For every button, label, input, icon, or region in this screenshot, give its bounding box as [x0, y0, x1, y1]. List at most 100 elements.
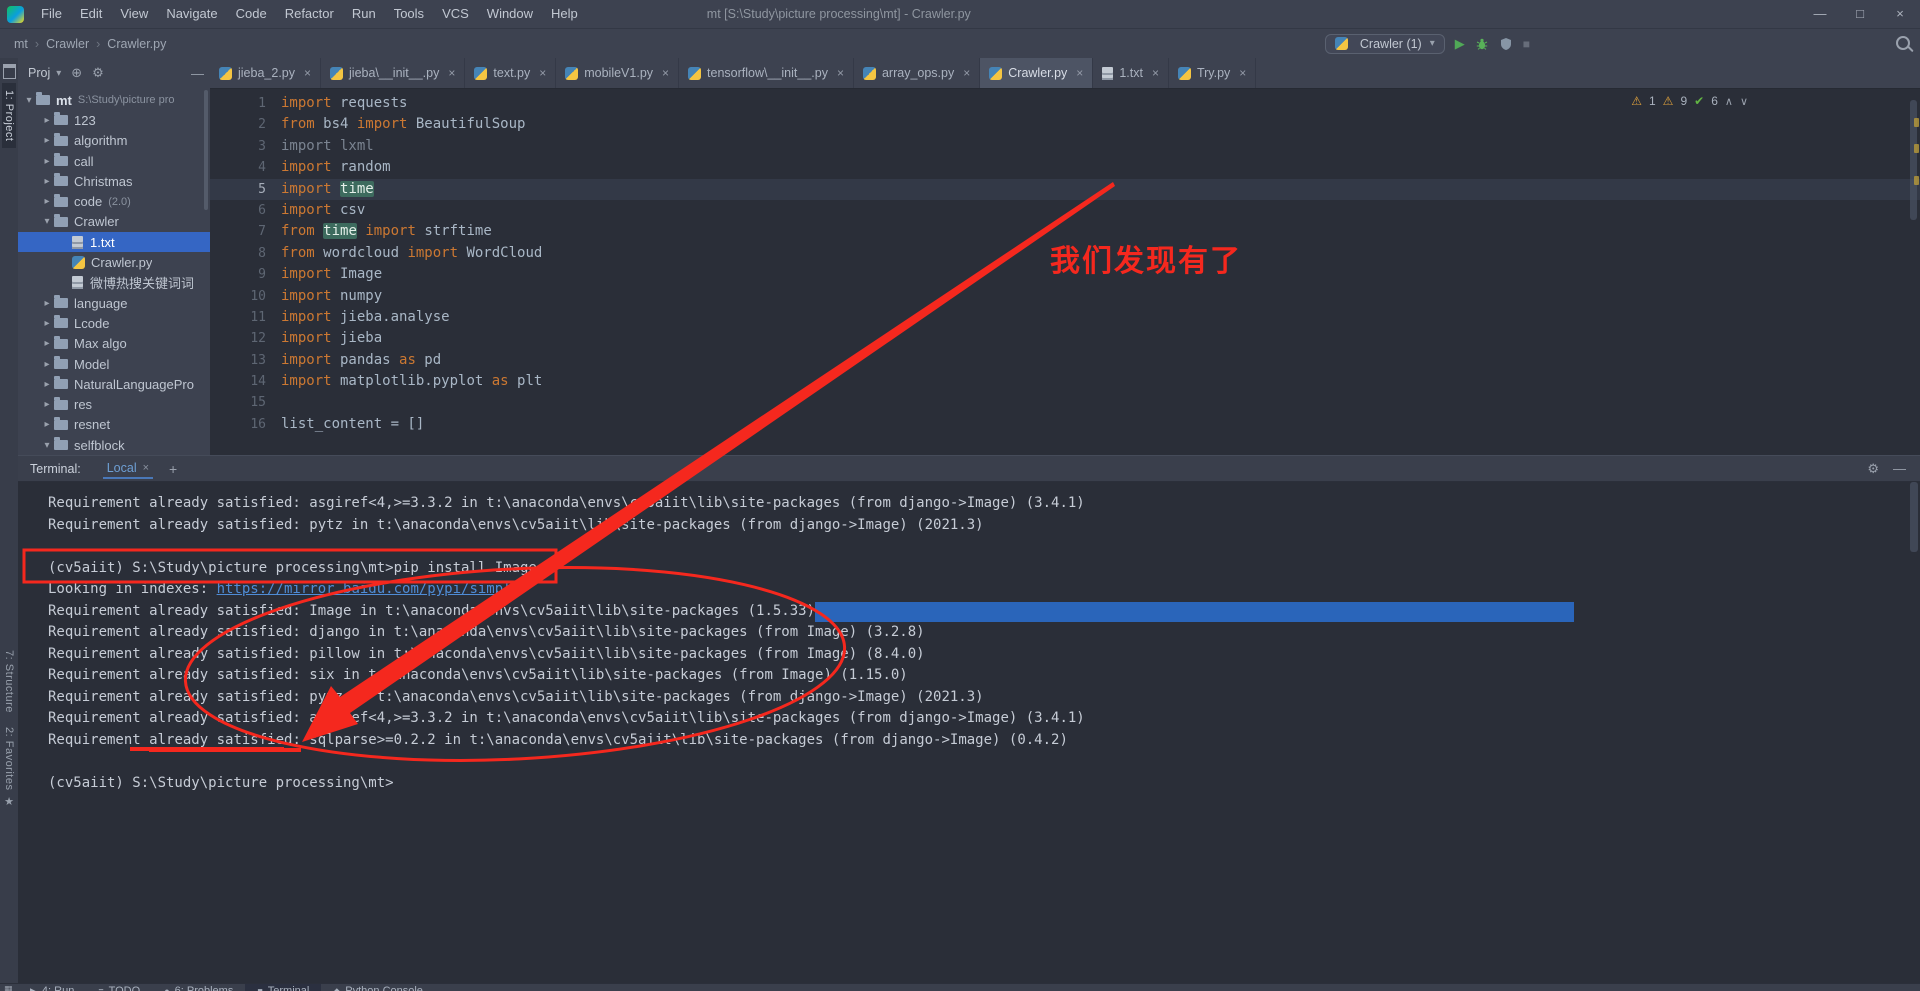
tree-item-lcode[interactable]: ▸ Lcode — [18, 313, 210, 333]
code-line-3[interactable]: 3 import lxml — [210, 136, 1920, 157]
menu-vcs[interactable]: VCS — [433, 0, 478, 28]
code-line-11[interactable]: 11 import jieba.analyse — [210, 307, 1920, 328]
search-everywhere-button[interactable] — [1896, 36, 1910, 55]
warning-icon[interactable]: ⚠ — [1663, 94, 1674, 108]
code-line-4[interactable]: 4 import random — [210, 157, 1920, 178]
ok-icon[interactable]: ✔ — [1694, 94, 1704, 108]
tree-item-language[interactable]: ▸ language — [18, 293, 210, 313]
breadcrumb-item-crawler[interactable]: Crawler — [44, 37, 91, 51]
menu-code[interactable]: Code — [227, 0, 276, 28]
tab-jieba-init-py[interactable]: jieba\__init__.py × — [321, 58, 466, 88]
chevron-right-icon[interactable]: ▸ — [40, 318, 54, 329]
tree-item-selfblock[interactable]: ▾ selfblock — [18, 435, 210, 455]
chevron-right-icon[interactable]: ▸ — [40, 419, 54, 430]
code-line-15[interactable]: 15 — [210, 392, 1920, 413]
close-icon[interactable]: × — [837, 66, 844, 80]
tab-jieba-2-py[interactable]: jieba_2.py × — [210, 58, 322, 88]
statusbar-todo[interactable]: ≡ TODO — [86, 984, 152, 991]
chevron-right-icon[interactable]: ▸ — [40, 399, 54, 410]
coverage-button[interactable] — [1499, 37, 1513, 51]
tree-item-model[interactable]: ▸ Model — [18, 354, 210, 374]
tree-item-max-algo[interactable]: ▸ Max algo — [18, 334, 210, 354]
gear-icon[interactable]: ⚙ — [1867, 461, 1879, 477]
tree-item-mt[interactable]: ▾ mt S:\Study\picture pro — [18, 90, 210, 110]
hide-panel-icon[interactable]: — — [191, 66, 204, 81]
warning-stripe-mark[interactable] — [1914, 118, 1919, 127]
tree-item-crawler[interactable]: ▾ Crawler — [18, 212, 210, 232]
run-config-selector[interactable]: Crawler (1) ▾ — [1324, 33, 1445, 54]
tree-item-微博热搜关键词词[interactable]: 微博热搜关键词词 — [18, 273, 210, 293]
code-line-6[interactable]: 6 import csv — [210, 200, 1920, 221]
tab-text-py[interactable]: text.py × — [465, 58, 557, 88]
menu-run[interactable]: Run — [343, 0, 385, 28]
chevron-right-icon[interactable]: ▸ — [40, 338, 54, 349]
chevron-right-icon[interactable]: ▸ — [40, 196, 54, 207]
menu-edit[interactable]: Edit — [71, 0, 111, 28]
maximize-icon[interactable]: □ — [1840, 0, 1880, 28]
code-line-13[interactable]: 13 import pandas as pd — [210, 350, 1920, 371]
code-line-5[interactable]: 5 import time — [210, 178, 1920, 200]
statusbar-terminal[interactable]: ■ Terminal — [245, 984, 322, 991]
tree-item-res[interactable]: ▸ res — [18, 394, 210, 414]
new-terminal-session-button[interactable]: + — [169, 461, 177, 477]
menu-help[interactable]: Help — [542, 0, 587, 28]
tree-item-call[interactable]: ▸ call — [18, 151, 210, 171]
code-line-10[interactable]: 10 import numpy — [210, 286, 1920, 307]
breadcrumb-item-mt[interactable]: mt — [12, 37, 30, 51]
code-line-8[interactable]: 8 from wordcloud import WordCloud — [210, 243, 1920, 264]
warning-stripe-mark[interactable] — [1914, 144, 1919, 153]
next-issue-button[interactable]: ∨ — [1740, 95, 1748, 108]
code-line-14[interactable]: 14 import matplotlib.pyplot as plt — [210, 371, 1920, 392]
close-icon[interactable]: × — [539, 66, 546, 80]
breadcrumb-item-crawler-py[interactable]: Crawler.py — [105, 37, 168, 51]
tree-item-crawler-py[interactable]: Crawler.py — [18, 252, 210, 272]
statusbar-6-problems[interactable]: ● 6: Problems — [152, 984, 245, 991]
tree-item-algorithm[interactable]: ▸ algorithm — [18, 131, 210, 151]
tool-stripe-1-project[interactable]: 1: Project — [2, 83, 16, 149]
menu-navigate[interactable]: Navigate — [157, 0, 226, 28]
close-icon[interactable]: × — [1076, 66, 1083, 80]
menu-file[interactable]: File — [32, 0, 71, 28]
locate-file-icon[interactable]: ⊕ — [71, 65, 82, 81]
close-icon[interactable]: × — [662, 66, 669, 80]
tab-try-py[interactable]: Try.py × — [1169, 58, 1257, 88]
code-line-2[interactable]: 2 from bs4 import BeautifulSoup — [210, 114, 1920, 135]
close-icon[interactable]: × — [1239, 66, 1246, 80]
statusbar-4-run[interactable]: ▶ 4: Run — [18, 984, 86, 991]
close-icon[interactable]: × — [304, 66, 311, 80]
chevron-right-icon[interactable]: ▸ — [40, 176, 54, 187]
minimize-icon[interactable]: — — [1800, 0, 1840, 28]
close-icon[interactable]: × — [963, 66, 970, 80]
statusbar-grid-icon[interactable]: ▦ — [4, 984, 18, 991]
tool-stripe-2-favorites[interactable]: 2: Favorites ★ — [2, 720, 16, 815]
tree-item-1-txt[interactable]: 1.txt — [18, 232, 210, 253]
chevron-down-icon[interactable]: ▾ — [22, 95, 36, 106]
menu-view[interactable]: View — [111, 0, 157, 28]
code-line-7[interactable]: 7 from time import strftime — [210, 221, 1920, 242]
run-button[interactable]: ▶ — [1455, 37, 1465, 50]
tab-1-txt[interactable]: 1.txt × — [1093, 58, 1169, 88]
hide-panel-icon[interactable]: — — [1893, 461, 1906, 476]
chevron-down-icon[interactable]: ▾ — [40, 440, 54, 451]
tab-array-ops-py[interactable]: array_ops.py × — [854, 58, 981, 88]
menu-window[interactable]: Window — [478, 0, 542, 28]
chevron-right-icon[interactable]: ▸ — [40, 115, 54, 126]
tree-item-code[interactable]: ▸ code (2.0) — [18, 191, 210, 211]
tree-item-123[interactable]: ▸ 123 — [18, 110, 210, 130]
chevron-down-icon[interactable]: ▾ — [40, 216, 54, 227]
debug-button[interactable] — [1475, 37, 1489, 51]
error-icon[interactable]: ⚠ — [1631, 94, 1642, 108]
chevron-right-icon[interactable]: ▸ — [40, 359, 54, 370]
tree-item-resnet[interactable]: ▸ resnet — [18, 415, 210, 435]
terminal-output[interactable]: Requirement already satisfied: asgiref<4… — [18, 482, 1920, 794]
chevron-right-icon[interactable]: ▸ — [40, 379, 54, 390]
close-icon[interactable]: × — [143, 462, 149, 474]
close-icon[interactable]: × — [1880, 0, 1920, 28]
code-line-16[interactable]: 16 list_content = [] — [210, 414, 1920, 435]
tab-tensorflow-init-py[interactable]: tensorflow\__init__.py × — [679, 58, 854, 88]
tree-item-christmas[interactable]: ▸ Christmas — [18, 171, 210, 191]
warning-stripe-mark[interactable] — [1914, 176, 1919, 185]
project-scrollbar[interactable] — [204, 90, 208, 210]
menu-refactor[interactable]: Refactor — [276, 0, 343, 28]
chevron-right-icon[interactable]: ▸ — [40, 135, 54, 146]
